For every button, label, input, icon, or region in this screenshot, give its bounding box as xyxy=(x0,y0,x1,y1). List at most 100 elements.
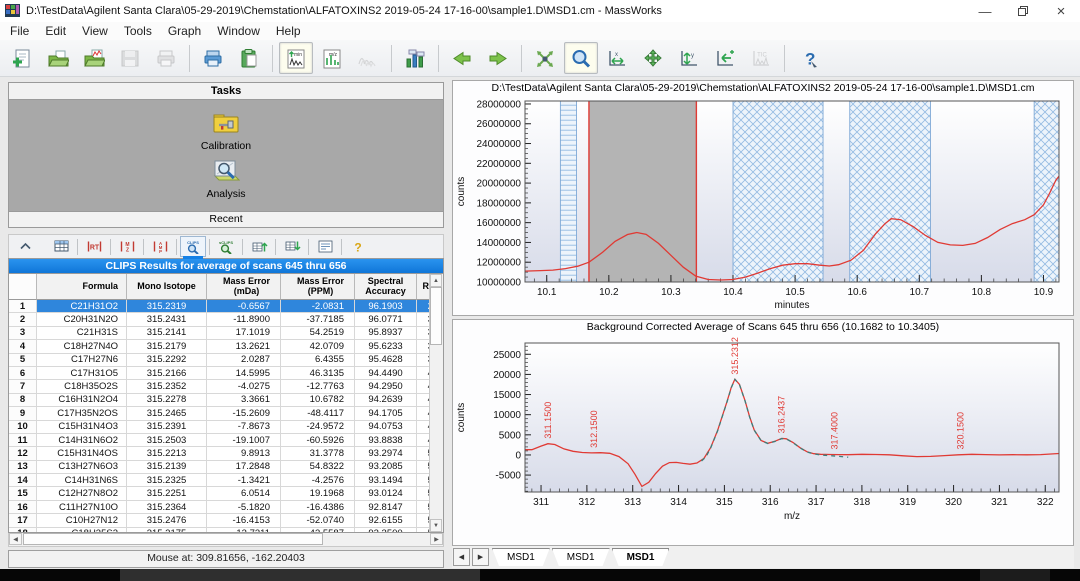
magnifier-icon xyxy=(570,48,592,69)
open-data-button[interactable] xyxy=(77,42,111,74)
clips-search-button[interactable]: CLIPS xyxy=(180,236,206,257)
task-calibration[interactable]: Calibration xyxy=(201,112,251,152)
calibration-view-button[interactable] xyxy=(398,42,432,74)
help-button[interactable]: ? xyxy=(791,42,825,74)
tab-scroll-left-button[interactable]: ◀ xyxy=(453,548,470,566)
scroll-down-button[interactable]: ▼ xyxy=(430,519,442,532)
menu-help[interactable]: Help xyxy=(268,23,309,39)
shift-left-button[interactable] xyxy=(708,42,742,74)
table-row[interactable]: 3C21H31S315.214117.101954.251995.8937319… xyxy=(9,327,430,340)
table-row[interactable]: 16C11H27N10O315.2364-5.1820-16.438692.81… xyxy=(9,501,430,514)
open-button[interactable] xyxy=(41,42,75,74)
column-header-row-number[interactable] xyxy=(9,274,37,300)
selected-scan-region[interactable] xyxy=(589,101,696,282)
restore-button[interactable] xyxy=(1004,0,1042,22)
cell: 315.2319 xyxy=(127,300,207,313)
close-button[interactable]: × xyxy=(1042,0,1080,22)
forward-button[interactable] xyxy=(481,42,515,74)
minimize-button[interactable]: — xyxy=(966,0,1004,22)
column-header-spectral[interactable]: Spectral Accuracy xyxy=(355,274,417,300)
menu-graph[interactable]: Graph xyxy=(160,23,209,39)
table-row[interactable]: 2C20H31N2O315.2431-11.8900-37.718596.077… xyxy=(9,313,430,326)
full-scale-button[interactable] xyxy=(528,42,562,74)
save-button xyxy=(113,42,147,74)
cell: 95.6233 xyxy=(355,340,417,353)
paste-button[interactable] xyxy=(232,42,266,74)
new-button[interactable] xyxy=(5,42,39,74)
menu-view[interactable]: View xyxy=(74,23,116,39)
column-header-mass-error[interactable]: Mass Error (PPM) xyxy=(281,274,355,300)
column-header-mass-error[interactable]: Mass Error (mDa) xyxy=(207,274,281,300)
spectrum-plot[interactable]: 311312313314315316317318319320321322-500… xyxy=(453,335,1072,544)
export-down-button[interactable] xyxy=(279,236,305,257)
tic-chart[interactable]: D:\TestData\Agilent Santa Clara\05-29-20… xyxy=(452,80,1074,316)
hatched-region[interactable] xyxy=(733,101,823,282)
table-row[interactable]: 9C17H35N2OS315.2465-15.2609-48.411794.17… xyxy=(9,407,430,420)
table-row[interactable]: 18C18H35S2315.217513.731143.558792.35005… xyxy=(9,528,430,532)
menu-file[interactable]: File xyxy=(2,23,37,39)
column-header-mono-isotope[interactable]: Mono Isotope xyxy=(127,274,207,300)
svg-text:10.7: 10.7 xyxy=(910,287,930,298)
results-help-button[interactable]: ? xyxy=(345,236,371,257)
hatched-region[interactable] xyxy=(850,101,931,282)
cell: 315.2278 xyxy=(127,394,207,407)
print-setup-button[interactable] xyxy=(196,42,230,74)
sclips-search-button[interactable]: sCLIPS xyxy=(213,236,239,257)
rt-range-button[interactable]: RT xyxy=(81,236,107,257)
tab-msd1-0[interactable]: MSD1 xyxy=(492,548,550,566)
zoom-y-button[interactable]: y xyxy=(672,42,706,74)
mz-range-button[interactable]: MZ xyxy=(114,236,140,257)
vertical-scrollbar[interactable]: ▲ ▼ xyxy=(429,274,443,532)
column-header-formula[interactable]: Formula xyxy=(37,274,127,300)
tab-scroll-right-button[interactable]: ▶ xyxy=(472,548,489,566)
cell: 94.0753 xyxy=(355,421,417,434)
collapse-button[interactable] xyxy=(12,236,38,257)
scroll-right-button[interactable]: ▶ xyxy=(430,533,443,545)
table-row[interactable]: 14C14H31N6S315.2325-1.3421-4.257693.1494… xyxy=(9,474,430,487)
table-row[interactable]: 11C14H31N6O2315.2503-19.1007-60.592693.8… xyxy=(9,434,430,447)
table-row[interactable]: 4C18H27N4O315.217913.262142.070995.62333… xyxy=(9,340,430,353)
table-row[interactable]: 6C17H31O5315.216614.599546.313594.449043… xyxy=(9,367,430,380)
table-view-button[interactable] xyxy=(48,236,74,257)
vertical-scroll-thumb[interactable] xyxy=(430,287,442,345)
zoom-x-button[interactable]: x xyxy=(600,42,634,74)
menu-edit[interactable]: Edit xyxy=(37,23,74,39)
scroll-left-button[interactable]: ◀ xyxy=(9,533,22,545)
table-row[interactable]: 17C10H27N12315.2476-16.4153-52.074092.61… xyxy=(9,514,430,527)
zoom-button[interactable] xyxy=(564,42,598,74)
export-up-button[interactable] xyxy=(246,236,272,257)
cell: 92.8147 xyxy=(355,501,417,514)
recent-bar[interactable]: Recent xyxy=(9,211,443,227)
table-row[interactable]: 1C21H31O2315.2319-0.6567-2.083196.190329… xyxy=(9,300,430,313)
table-row[interactable]: 7C18H35O2S315.2352-4.0275-12.776394.2950… xyxy=(9,380,430,393)
table-row[interactable]: 10C15H31N4O3315.2391-7.8673-24.957294.07… xyxy=(9,421,430,434)
spectrum-chart[interactable]: Background Corrected Average of Scans 64… xyxy=(452,319,1074,546)
cell: 315.2503 xyxy=(127,434,207,447)
back-button[interactable] xyxy=(445,42,479,74)
tab-msd1-1[interactable]: MSD1 xyxy=(552,548,610,566)
table-row[interactable]: 15C12H27N8O2315.22516.051419.196893.0124… xyxy=(9,487,430,500)
table-row[interactable]: 12C15H31N4OS315.22139.891331.377893.2974… xyxy=(9,447,430,460)
table-row[interactable]: 5C17H27N6315.22922.02876.435595.46283527 xyxy=(9,354,430,367)
tic-plot[interactable]: 10.110.210.310.410.510.610.710.810.91000… xyxy=(453,96,1072,314)
hatched-region[interactable] xyxy=(560,101,576,282)
scroll-up-button[interactable]: ▲ xyxy=(430,274,442,287)
cell: 315.2465 xyxy=(127,407,207,420)
menu-tools[interactable]: Tools xyxy=(116,23,160,39)
chromatogram-view-button[interactable]: min xyxy=(279,42,313,74)
main-toolbar: minm/zxyTIC? xyxy=(0,40,1080,77)
tab-msd1-2[interactable]: MSD1 xyxy=(612,548,670,566)
cell: 94.2950 xyxy=(355,380,417,393)
menu-window[interactable]: Window xyxy=(209,23,268,39)
horizontal-scrollbar[interactable]: ◀ ▶ xyxy=(8,533,444,547)
hatched-region[interactable] xyxy=(1034,101,1059,282)
task-analysis[interactable]: Analysis xyxy=(206,158,245,200)
pan-button[interactable] xyxy=(636,42,670,74)
horizontal-scroll-thumb[interactable] xyxy=(23,533,323,545)
table-row[interactable]: 8C16H31N2O4315.22783.366110.678294.26394… xyxy=(9,394,430,407)
spectrum-view-button[interactable]: m/z xyxy=(315,42,349,74)
table-row[interactable]: 13C13H27N6O3315.213917.284854.832293.208… xyxy=(9,461,430,474)
report-button[interactable] xyxy=(312,236,338,257)
amplitude-button[interactable]: AMP xyxy=(147,236,173,257)
left-panel: Tasks Calibration Analysis Recent RTMZAM… xyxy=(8,82,444,568)
